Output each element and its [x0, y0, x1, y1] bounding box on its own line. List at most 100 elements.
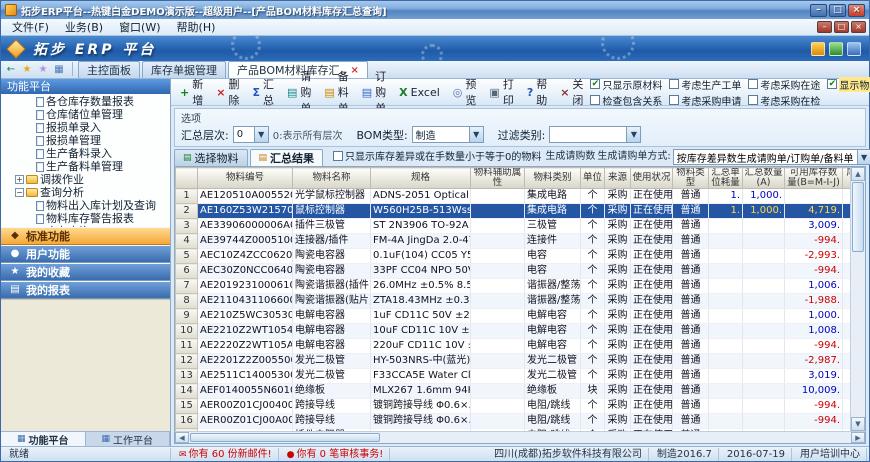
sidebar-button[interactable]: ◆标准功能 — [1, 227, 170, 245]
scroll-up-icon[interactable]: ▲ — [851, 167, 865, 181]
minimize-button[interactable]: – — [810, 4, 827, 17]
nav-tab[interactable]: 主控面板 — [78, 61, 140, 78]
add-favorite-icon[interactable]: ★ — [35, 62, 51, 77]
table-row[interactable]: 1AE120510A005520光学鼠标控制器ADNS-2051 Optical… — [176, 189, 851, 204]
table-row[interactable]: 10AE2210Z2WT105400电解电容器10uF CD11C 10V ±2… — [176, 324, 851, 339]
preview-button[interactable]: ◎预览 — [447, 81, 483, 103]
generate-mode-select[interactable]: 按库存差异数生成请购单/订购单/备料单 ▼ — [673, 149, 870, 165]
chevron-down-icon[interactable]: ▼ — [469, 127, 483, 142]
scroll-right-icon[interactable]: ▶ — [851, 432, 865, 443]
sidebar-button[interactable]: ▤我的报表 — [1, 281, 170, 299]
add-button[interactable]: +新增 — [174, 81, 209, 103]
menu-item[interactable]: 业务(B) — [57, 18, 111, 36]
table-row[interactable]: 6AEC30Z0NCC06400陶瓷电容器33PF CC04 NPO 50V ±… — [176, 264, 851, 279]
delete-button[interactable]: ×删除 — [210, 81, 245, 103]
column-header-unit_usage[interactable]: 汇总单位耗量 — [709, 168, 743, 189]
table-row[interactable]: 15AER00Z01CJ00400跨接导线镀铜跨接导线 Φ0.6×…电阻/跳线个… — [176, 399, 851, 414]
status-mail-alert[interactable]: ✉你有 60 份新邮件! — [173, 448, 279, 461]
filter-category-select[interactable]: ▼ — [549, 126, 641, 143]
column-header-type[interactable]: 物料类型 — [673, 168, 709, 189]
column-header-code[interactable]: 物料编号 — [198, 168, 293, 189]
table-row[interactable]: 8AE2110431106600陶瓷谐振器(贴片)ZTA18.43MHz ±0.… — [176, 294, 851, 309]
expander-icon[interactable]: + — [15, 175, 24, 184]
banner-shortcut-icon[interactable] — [811, 42, 825, 56]
summary-level-select[interactable]: 0 ▼ — [233, 126, 269, 143]
table-row[interactable]: 9AE210Z5WC305300电解电容器1uF CD11C 50V ±20%…… — [176, 309, 851, 324]
table-row[interactable]: 2AE160Z53W21570鼠标控制器W560H25B-513Wssr…集成电… — [176, 204, 851, 219]
chevron-down-icon[interactable]: ▼ — [626, 127, 640, 142]
chevron-down-icon[interactable]: ▼ — [857, 150, 870, 164]
banner-shortcut-icon[interactable] — [847, 42, 861, 56]
column-header-source[interactable]: 来源 — [605, 168, 631, 189]
child-close-button[interactable]: × — [851, 21, 866, 33]
scroll-left-icon[interactable]: ◀ — [175, 432, 189, 443]
titlebar[interactable]: 拓步ERP平台--热键白金DEMO演示版--超级用户--[产品BOM材料库存汇总… — [1, 1, 869, 19]
menu-item[interactable]: 窗口(W) — [111, 18, 168, 36]
table-row[interactable]: 4AE39744Z0005100连接器/插件FM-4A JingDa 2.0-4… — [176, 234, 851, 249]
sidebar-button[interactable]: ●用户功能 — [1, 245, 170, 263]
column-header-unit[interactable]: 单位 — [581, 168, 605, 189]
nav-tab[interactable]: 库存单据管理 — [142, 61, 226, 78]
menu-item[interactable]: 文件(F) — [4, 18, 57, 36]
column-header-rownum[interactable] — [176, 168, 198, 189]
column-header-total_qty[interactable]: 汇总数量(A) — [743, 168, 785, 189]
summarize-button[interactable]: Σ汇总 — [246, 81, 280, 103]
table-row[interactable]: 7AE20192310006100陶瓷谐振器(插件)26.0MHz ±0.5% … — [176, 279, 851, 294]
material-prep-button[interactable]: ▤备料单 — [318, 81, 354, 103]
tree-item[interactable]: 报损单管理 — [1, 134, 170, 147]
checkbox-option[interactable]: 考虑采购申请 — [669, 93, 741, 108]
order-button[interactable]: ▤订购单 — [356, 81, 392, 103]
column-header-category[interactable]: 物料类别 — [525, 168, 581, 189]
column-header-status[interactable]: 使用状况 — [631, 168, 673, 189]
menu-item[interactable]: 帮助(H) — [169, 18, 224, 36]
grid-icon[interactable]: ▦ — [51, 62, 67, 77]
table-row[interactable]: 16AER00Z01CJ00A00跨接导线镀铜跨接导线 Φ0.6×…电阻/跳线个… — [176, 414, 851, 429]
checkbox-option[interactable]: 考虑采购在检 — [748, 93, 820, 108]
status-audit-alert[interactable]: ●你有 0 笔审核事务! — [281, 448, 391, 461]
table-row[interactable]: 12AE2201Z2Z005500发光二极管HY-503NRS-中(蓝光)…发光… — [176, 354, 851, 369]
purchase-request-button[interactable]: ▤请购单 — [281, 81, 317, 103]
checkbox-option[interactable]: 考虑采购在途 — [748, 77, 820, 92]
table-row[interactable]: 14AEF0140055N6010绝缘板MLX267 1.6mm 94HB…绝缘… — [176, 384, 851, 399]
back-icon[interactable]: ← — [3, 62, 19, 77]
tree-item[interactable]: 仓库储位单管理 — [1, 108, 170, 121]
tree-item[interactable]: 各仓库存数量报表 — [1, 95, 170, 108]
scroll-down-icon[interactable]: ▼ — [851, 417, 865, 431]
expander-icon[interactable]: − — [15, 188, 24, 197]
child-minimize-button[interactable]: – — [817, 21, 832, 33]
result-tab[interactable]: ▤选择物料 — [174, 149, 248, 166]
checkbox-option[interactable]: 考虑生产工单 — [669, 77, 741, 92]
close-icon[interactable]: × — [351, 65, 359, 76]
chevron-down-icon[interactable]: ▼ — [254, 127, 268, 142]
checkbox-option[interactable]: ✔显示物料辅助属性 — [827, 77, 870, 92]
table-row[interactable]: 11AE2220Z2WT105A00电解电容器220uF CD11C 10V ±… — [176, 339, 851, 354]
tree-item[interactable]: +调拨作业 — [1, 173, 170, 186]
exit-button[interactable]: ×关闭 — [554, 81, 589, 103]
close-button[interactable]: × — [848, 4, 865, 17]
column-header-spec[interactable]: 规格 — [371, 168, 471, 189]
checkbox-option[interactable]: ✔只显示原材料 — [590, 77, 662, 92]
tree-item[interactable]: −查询分析 — [1, 186, 170, 199]
status-center[interactable]: 用户培训中心 — [794, 448, 867, 461]
column-header-name[interactable]: 物料名称 — [293, 168, 371, 189]
table-row[interactable]: 13AE2511C14005300发光二极管F33CCA5E Water Cle… — [176, 369, 851, 384]
help-button[interactable]: ?帮助 — [521, 81, 553, 103]
favorites-icon[interactable]: ★ — [19, 62, 35, 77]
sidebar-button[interactable]: ★我的收藏 — [1, 263, 170, 281]
checkbox-option[interactable]: 检查包含关系 — [590, 93, 662, 108]
scrollbar-thumb[interactable] — [852, 182, 864, 252]
tree-item[interactable]: 生产备料录入 — [1, 147, 170, 160]
scrollbar-thumb[interactable] — [190, 433, 380, 442]
column-header-stock_diff[interactable]: 库存差异数量 — [843, 168, 851, 189]
horizontal-scrollbar[interactable]: ◀ ▶ — [174, 431, 866, 444]
table-row[interactable]: 5AEC10Z4ZCC06200陶瓷电容器0.1uF(104) CC05 Y5V… — [176, 249, 851, 264]
tree-item[interactable]: 生产备料单管理 — [1, 160, 170, 173]
tree-item[interactable]: 物料库存警告报表 — [1, 212, 170, 225]
sidebar-bottom-tab[interactable]: ▦工作平台 — [86, 432, 171, 446]
column-header-aux[interactable]: 物料辅助属性 — [471, 168, 525, 189]
tree-item[interactable]: 报损单录入 — [1, 121, 170, 134]
sidebar-bottom-tab[interactable]: ▦功能平台 — [1, 432, 86, 446]
banner-shortcut-icon[interactable] — [829, 42, 843, 56]
tree-item[interactable]: 物料出入库计划及查询 — [1, 199, 170, 212]
result-tab[interactable]: ▤汇总结果 — [250, 149, 324, 166]
